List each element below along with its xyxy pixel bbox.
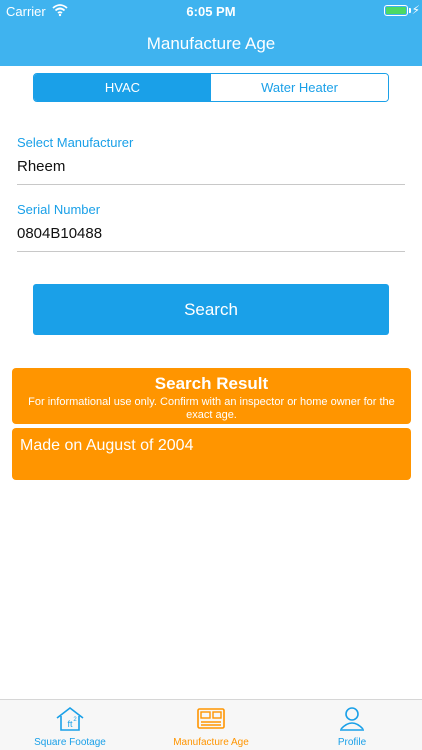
search-button[interactable]: Search (33, 284, 389, 335)
tab-label-square-footage: Square Footage (34, 737, 106, 748)
charging-icon: ⚡ (411, 3, 420, 17)
manufacturer-underline (17, 184, 405, 185)
manufacturer-label: Select Manufacturer (17, 135, 134, 150)
search-result-body: Made on August of 2004 (12, 428, 411, 480)
nav-bar: Manufacture Age (0, 22, 422, 66)
tab-square-footage[interactable]: ft 2 Square Footage (0, 700, 140, 750)
battery-icon (384, 5, 408, 16)
status-bar: Carrier 6:05 PM ⚡ (0, 0, 422, 22)
manufacturer-field[interactable]: Rheem (17, 158, 65, 175)
device-type-segmented-control: HVAC Water Heater (33, 73, 389, 102)
segment-water-heater[interactable]: Water Heater (211, 74, 388, 101)
svg-text:ft: ft (67, 719, 73, 729)
tab-manufacture-age[interactable]: Manufacture Age (141, 700, 281, 750)
serial-number-field[interactable]: 0804B10488 (17, 225, 102, 242)
appliance-icon (195, 706, 227, 732)
tab-profile[interactable]: Profile (282, 700, 422, 750)
result-disclaimer: For informational use only. Confirm with… (28, 396, 395, 421)
clock: 6:05 PM (186, 4, 236, 19)
page-title: Manufacture Age (146, 34, 276, 53)
result-text: Made on August of 2004 (20, 437, 194, 454)
serial-underline (17, 251, 405, 252)
svg-text:2: 2 (73, 717, 77, 723)
tab-bar: ft 2 Square Footage Manufacture Age Prof… (0, 699, 422, 750)
segment-hvac[interactable]: HVAC (34, 74, 211, 101)
serial-label: Serial Number (17, 202, 101, 217)
tab-label-profile: Profile (337, 737, 367, 748)
search-result-header: Search Result For informational use only… (12, 368, 411, 424)
house-ft2-icon: ft 2 (54, 706, 86, 732)
result-title: Search Result (154, 374, 269, 393)
profile-icon (336, 706, 368, 732)
tab-label-manufacture-age: Manufacture Age (173, 737, 249, 748)
